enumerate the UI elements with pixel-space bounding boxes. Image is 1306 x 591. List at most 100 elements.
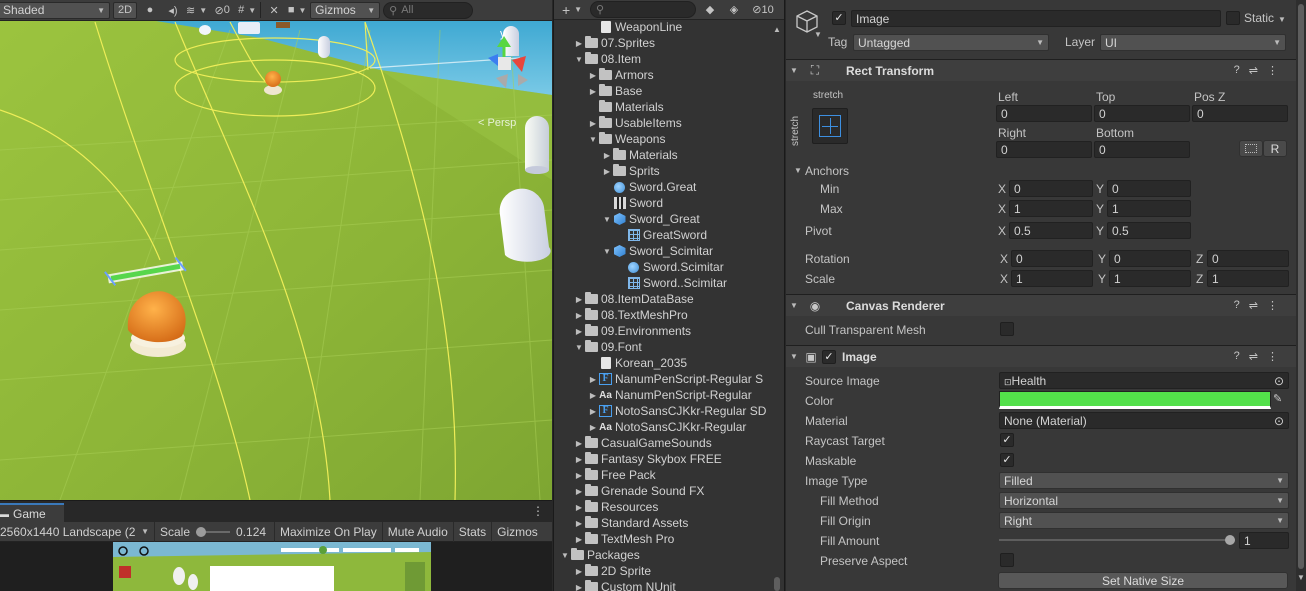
chevron-right-icon[interactable]: ▶ [588, 375, 598, 384]
posz-field[interactable]: 0 [1192, 105, 1288, 122]
chevron-right-icon[interactable]: ▶ [574, 39, 584, 48]
static-label[interactable]: Static ▼ [1244, 11, 1286, 25]
scroll-up-arrow-icon[interactable]: ▲ [773, 25, 781, 34]
layer-dropdown[interactable]: UI ▼ [1100, 34, 1286, 51]
fill-amount-slider-thumb[interactable] [1225, 535, 1235, 545]
tree-item[interactable]: ▶ Fantasy Skybox FREE [554, 451, 774, 467]
pivot-label[interactable]: Pivot [805, 224, 832, 238]
tree-item[interactable]: GreatSword [554, 227, 774, 243]
set-native-size-button[interactable]: Set Native Size [998, 572, 1288, 589]
tree-item[interactable]: ▶ TextMesh Pro [554, 531, 774, 547]
pivot-y-field[interactable]: 0.5 [1107, 222, 1191, 239]
chevron-down-icon[interactable]: ▼ [560, 551, 570, 560]
kebab-menu-icon[interactable]: ⋮ [1267, 64, 1278, 77]
scrollbar-thumb[interactable] [774, 577, 780, 591]
tree-item[interactable]: ▶ 07.Sprites [554, 35, 774, 51]
tree-item[interactable]: ▶ Free Pack [554, 467, 774, 483]
tree-item[interactable]: WeaponLine [554, 19, 774, 35]
filter-by-type-icon[interactable]: ◆ [700, 1, 720, 18]
chevron-down-icon[interactable]: ▼ [574, 55, 584, 64]
fill-amount-slider-track[interactable] [999, 539, 1235, 541]
help-icon[interactable]: ? [1234, 64, 1240, 77]
tree-item[interactable]: ▶ Aa NanumPenScript-Regular [554, 387, 774, 403]
chevron-down-icon[interactable]: ▼ [786, 352, 802, 361]
gizmos-dropdown[interactable]: Gizmos ▼ [310, 1, 381, 19]
tree-item[interactable]: ▶ Base [554, 83, 774, 99]
active-checkbox[interactable]: ✓ [832, 11, 846, 25]
tree-item[interactable]: ▼ Sword_Great [554, 211, 774, 227]
chevron-right-icon[interactable]: ▶ [588, 407, 598, 416]
anchor-min-y-field[interactable]: 0 [1107, 180, 1191, 197]
scale-y-field[interactable]: 1 [1109, 270, 1191, 287]
chevron-down-icon[interactable]: ▼ [602, 247, 612, 256]
tree-item[interactable]: Sword..Scimitar [554, 275, 774, 291]
tree-item[interactable]: Korean_2035 [554, 355, 774, 371]
fill-amount-slider[interactable] [999, 532, 1235, 548]
chevron-right-icon[interactable]: ▶ [588, 391, 598, 400]
rect-transform-header[interactable]: ▼ ⛶ Rect Transform ? ⇌ ⋮ [786, 59, 1300, 81]
tab-game[interactable]: ▬ Game [0, 503, 64, 523]
cull-transparent-mesh-checkbox[interactable] [1000, 322, 1014, 336]
presets-icon[interactable]: ⇌ [1249, 64, 1258, 77]
scale-slider[interactable]: Scale 0.124 [155, 521, 275, 542]
chevron-right-icon[interactable]: ▶ [588, 423, 598, 432]
filter-by-label-icon[interactable]: ◈ [724, 1, 744, 18]
tools-icon[interactable]: ✕ [264, 1, 285, 19]
resolution-dropdown[interactable]: 2560x1440 Landscape (2 ▼ [0, 521, 155, 542]
chevron-right-icon[interactable]: ▶ [574, 567, 584, 576]
chevron-down-icon[interactable]: ▼ [786, 301, 802, 310]
tree-item[interactable]: ▼ 09.Font [554, 339, 774, 355]
hidden-packages-toggle[interactable]: ⊘ 10 [748, 1, 778, 18]
canvas-renderer-header[interactable]: ▼ ◉ Canvas Renderer ? ⇌ ⋮ [786, 294, 1300, 316]
fill-amount-field[interactable]: 1 [1239, 532, 1289, 549]
tree-item[interactable]: ▶ Grenade Sound FX [554, 483, 774, 499]
help-icon[interactable]: ? [1234, 299, 1240, 312]
mute-audio-toggle[interactable]: Mute Audio [383, 521, 454, 542]
chevron-right-icon[interactable]: ▶ [574, 519, 584, 528]
maximize-on-play-toggle[interactable]: Maximize On Play [275, 521, 383, 542]
game-viewport[interactable] [0, 542, 552, 591]
help-icon[interactable]: ? [1234, 350, 1240, 363]
object-picker-icon[interactable]: ⊙ [1274, 374, 1284, 388]
tree-item[interactable]: ▶ UsableItems [554, 115, 774, 131]
scene-viewport[interactable]: y < Persp [0, 0, 552, 500]
chevron-right-icon[interactable]: ▶ [574, 583, 584, 591]
kebab-menu-icon[interactable]: ⋮ [1267, 350, 1278, 363]
raycast-target-checkbox[interactable]: ✓ [1000, 433, 1014, 447]
scrollbar-thumb[interactable] [1298, 4, 1304, 569]
fill-origin-dropdown[interactable]: Right ▼ [999, 512, 1289, 529]
scale-label[interactable]: Scale [805, 272, 835, 286]
tree-item[interactable]: ▶ 2D Sprite [554, 563, 774, 579]
inspector-scrollbar[interactable]: ▼ [1296, 0, 1306, 591]
anchor-min-x-field[interactable]: 0 [1009, 180, 1093, 197]
hidden-objects-toggle[interactable]: ⊘ 0 [210, 1, 235, 19]
tree-item[interactable]: ▶ Sprits [554, 163, 774, 179]
create-asset-button[interactable]: + ▼ [558, 1, 586, 18]
rotation-z-field[interactable]: 0 [1207, 250, 1289, 267]
chevron-right-icon[interactable]: ▶ [588, 87, 598, 96]
tree-item[interactable]: ▶ Standard Assets [554, 515, 774, 531]
tree-item[interactable]: ▼ Weapons [554, 131, 774, 147]
chevron-down-icon[interactable]: ▼ [786, 66, 802, 75]
tree-item[interactable]: ▶ Aa NotoSansCJKkr-Regular [554, 419, 774, 435]
tree-item[interactable]: ▶ Armors [554, 67, 774, 83]
stats-toggle[interactable]: Stats [454, 521, 493, 542]
eyedropper-icon[interactable]: ✎ [1273, 392, 1282, 405]
tree-item[interactable]: ▼ 08.Item [554, 51, 774, 67]
image-component-header[interactable]: ▼ ▣ ✓ Image ? ⇌ ⋮ [786, 345, 1300, 367]
material-field[interactable]: None (Material) ⊙ [999, 412, 1289, 429]
chevron-down-icon[interactable]: ▼ [574, 343, 584, 352]
fill-method-dropdown[interactable]: Horizontal ▼ [999, 492, 1289, 509]
color-field[interactable] [999, 391, 1271, 409]
rotation-label[interactable]: Rotation [805, 252, 850, 266]
tree-item[interactable]: ▶ Materials [554, 147, 774, 163]
tree-item[interactable]: ▶ Custom NUnit [554, 579, 774, 591]
static-checkbox[interactable] [1226, 11, 1240, 25]
scale-slider-track[interactable] [196, 526, 231, 537]
raw-edit-button[interactable]: R [1263, 140, 1287, 157]
lighting-toggle-icon[interactable]: ● [140, 1, 160, 19]
chevron-down-icon[interactable]: ▼ [602, 215, 612, 224]
chevron-right-icon[interactable]: ▶ [602, 151, 612, 160]
chevron-right-icon[interactable]: ▶ [574, 471, 584, 480]
rotation-y-field[interactable]: 0 [1109, 250, 1191, 267]
